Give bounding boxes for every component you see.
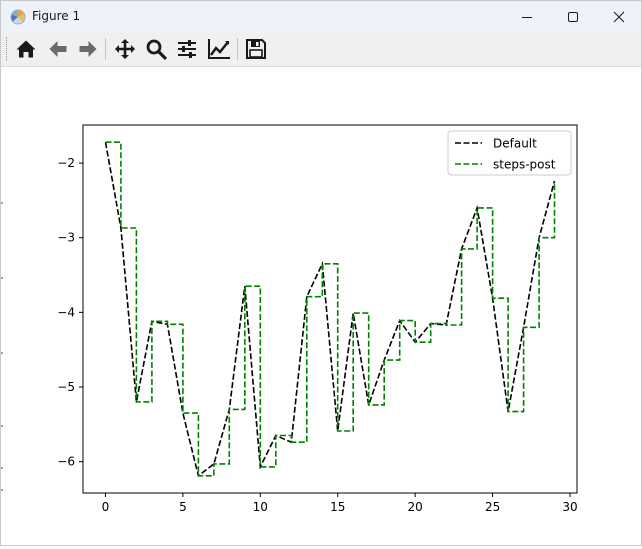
minimize-button[interactable] [504,1,550,33]
x-tick-label: 30 [562,500,577,514]
home-icon [16,40,36,58]
x-tick-label: 5 [179,500,187,514]
x-tick-label: 15 [330,500,345,514]
forward-button[interactable] [75,36,101,62]
x-tick-label: 0 [102,500,110,514]
axes-frame [82,124,578,494]
back-button[interactable] [45,36,71,62]
minimize-icon [522,17,532,18]
configure-subplots-button[interactable] [174,36,200,62]
legend-label: Default [493,137,537,151]
magnifier-icon [146,39,167,60]
window-title: Figure 1 [32,9,81,23]
toolbar-separator [237,38,238,60]
y-tick-label: −2 [57,156,75,170]
arrow-left-icon [49,41,67,57]
arrow-right-icon [79,41,97,57]
x-tick-label: 10 [253,500,268,514]
series-line-default [104,142,556,478]
figure-canvas[interactable]: 0 5 10 15 20 25 30 −6 −5 −4 −3 −2 Default steps-post [1,67,641,545]
floppy-disk-icon [246,39,266,59]
line-chart-icon [208,39,230,59]
y-tick-label: −6 [57,455,75,469]
navigation-toolbar [1,33,641,67]
zoom-button[interactable] [143,36,169,62]
edit-axis-button[interactable] [206,36,232,62]
toolbar-separator [105,38,106,60]
y-tick-label: −5 [57,380,75,394]
x-tick-label: 25 [485,500,500,514]
toolbar-grip [6,37,9,61]
y-tick-label: −3 [57,231,75,245]
maximize-button[interactable] [550,1,596,33]
move-icon [115,39,135,59]
series-line-steps-post [105,141,556,477]
close-icon [613,11,625,23]
maximize-icon [568,12,578,22]
window-edge-marks [1,202,3,491]
title-bar[interactable]: Figure 1 [1,1,641,33]
home-button[interactable] [13,36,39,62]
pan-button[interactable] [112,36,138,62]
close-button[interactable] [596,1,642,33]
legend: Default steps-post [447,130,572,176]
x-tick-label: 20 [408,500,423,514]
legend-label: steps-post [493,158,556,172]
sliders-icon [178,40,196,58]
y-tick-label: −4 [57,305,75,319]
save-button[interactable] [243,36,269,62]
axes: 0 5 10 15 20 25 30 −6 −5 −4 −3 −2 [57,124,578,514]
plot-svg: 0 5 10 15 20 25 30 −6 −5 −4 −3 −2 Default steps-post [57,124,578,514]
matplotlib-app-icon [10,9,26,25]
figure-window: Figure 1 0 5 10 15 20 25 30 −6 −5 −4 −3 … [0,0,642,546]
